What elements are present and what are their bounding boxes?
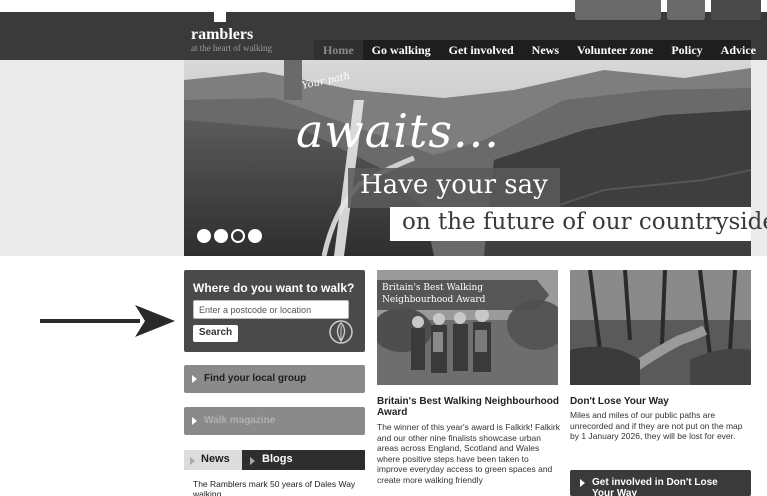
award-banner-text: Britain's Best Walking Neighbourhood Awa…	[382, 283, 486, 305]
nav-item-go-walking[interactable]: Go walking	[363, 40, 440, 60]
dlyw-body: Miles and miles of our public paths are …	[570, 410, 743, 441]
nav-item-advice[interactable]: Advice	[712, 40, 765, 60]
nav-item-volunteer-zone[interactable]: Volunteer zone	[568, 40, 662, 60]
logo-mark-icon	[214, 12, 226, 22]
arrow-right-icon	[580, 479, 585, 487]
dlyw-get-involved-button[interactable]: Get involved in Don't Lose Your Way	[570, 470, 751, 496]
award-body: The winner of this year's award is Falki…	[377, 422, 561, 485]
dlyw-image[interactable]	[570, 270, 751, 385]
dlyw-get-involved-label: Get involved in Don't Lose Your Way	[592, 477, 718, 496]
arrow-right-icon	[250, 457, 255, 465]
find-group-button[interactable]: Find your local group	[184, 365, 365, 393]
nav-item-get-involved[interactable]: Get involved	[440, 40, 523, 60]
tab-blogs-label: Blogs	[262, 453, 293, 465]
arrow-right-icon	[192, 417, 197, 425]
arrow-right-icon	[190, 457, 195, 465]
tab-news[interactable]: News	[184, 450, 242, 470]
hero-have-your-say: Have your say	[348, 168, 560, 208]
main-nav: Home Go walking Get involved News Volunt…	[314, 40, 756, 60]
search-input[interactable]	[193, 300, 349, 319]
utility-button-2[interactable]	[667, 0, 705, 20]
tab-blogs[interactable]: Blogs	[242, 450, 365, 470]
arrow-right-icon	[192, 375, 197, 383]
walk-magazine-button[interactable]: Walk magazine	[184, 407, 365, 435]
utility-button-1[interactable]	[575, 0, 661, 20]
find-group-label: Find your local group	[204, 373, 307, 384]
news-headline-link[interactable]: The Ramblers mark 50 years of Dales Way …	[193, 479, 358, 496]
slide-dot-2[interactable]	[214, 229, 228, 243]
slide-dot-1[interactable]	[197, 229, 211, 243]
tab-news-label: News	[201, 453, 230, 465]
walk-magazine-label: Walk magazine	[204, 415, 276, 426]
logo[interactable]: ramblers	[191, 26, 253, 44]
nav-item-home[interactable]: Home	[314, 40, 363, 60]
utility-button-3[interactable]	[711, 0, 761, 20]
hero-on-future: on the future of our countryside	[390, 207, 767, 241]
pointer-arrow-icon	[40, 305, 175, 337]
leaf-icon	[329, 320, 353, 344]
search-title: Where do you want to walk?	[193, 281, 355, 295]
search-button[interactable]: Search	[193, 325, 238, 342]
slide-dot-4[interactable]	[248, 229, 262, 243]
woodland-path-photo	[570, 270, 751, 385]
logo-tagline: at the heart of walking	[191, 43, 272, 53]
hero-awaits: awaits...	[296, 104, 500, 158]
page-margin-left	[0, 60, 184, 256]
dlyw-title[interactable]: Don't Lose Your Way	[570, 396, 751, 407]
slide-indicators	[197, 229, 262, 243]
award-title[interactable]: Britain's Best Walking Neighbourhood Awa…	[377, 396, 562, 418]
nav-item-policy[interactable]: Policy	[662, 40, 711, 60]
slide-dot-3[interactable]	[231, 229, 245, 243]
nav-item-news[interactable]: News	[523, 40, 568, 60]
news-blogs-tabs: News Blogs	[184, 450, 365, 470]
